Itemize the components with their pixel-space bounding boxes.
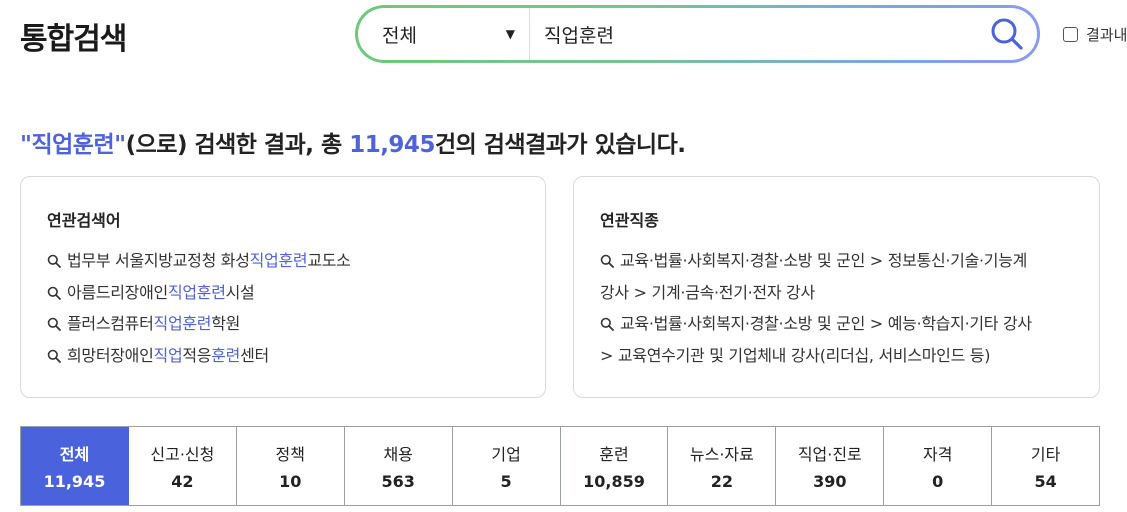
search-button[interactable] — [977, 8, 1037, 60]
tab-label: 기타 — [1030, 445, 1061, 464]
search-bar-inner: 전체 ▼ — [358, 8, 1037, 60]
tab-label: 훈련 — [599, 445, 629, 464]
job-path-line2: 강사 > 기계·금속·전기·전자 강사 — [600, 282, 815, 302]
keyword-highlight: 훈련 — [211, 345, 241, 365]
keyword-highlight: 직업 — [153, 345, 183, 365]
tab-label: 기업 — [491, 445, 521, 464]
summary-tail: 건의 검색결과가 있습니다. — [434, 132, 686, 158]
tab-label: 뉴스·자료 — [689, 445, 754, 464]
tab-report-apply[interactable]: 신고·신청 42 — [129, 427, 237, 505]
search-input[interactable] — [530, 22, 977, 46]
tab-certification[interactable]: 자격 0 — [884, 427, 993, 505]
related-keyword-item[interactable]: 아름드리장애인직업훈련시설 — [47, 277, 519, 309]
summary-quote-open: " — [20, 132, 32, 158]
tab-count: 11,945 — [43, 472, 106, 491]
related-job-item[interactable]: 교육·법률·사회복지·경찰·소방 및 군인 > 정보통신·기술·기능계 강사 >… — [600, 245, 1073, 308]
keyword-highlight: 직업훈련 — [249, 251, 308, 270]
tab-job-career[interactable]: 직업·진로 390 — [776, 427, 885, 505]
keyword-text: 적응 — [182, 345, 212, 365]
keyword-highlight: 직업훈련 — [167, 282, 226, 302]
job-path-line1: 교육·법률·사회복지·경찰·소방 및 군인 > 예능·학습지·기타 강사 — [620, 314, 1032, 333]
summary-keyword: 직업훈련 — [31, 132, 115, 158]
search-within-results[interactable]: 결과내 — [1063, 24, 1127, 45]
related-keywords-panel: 연관검색어 법무부 서울지방교정청 화성직업훈련교도소 아름드리장애인직업훈련시… — [20, 176, 546, 398]
search-within-checkbox[interactable] — [1063, 27, 1078, 42]
search-icon — [47, 349, 61, 363]
keyword-text: 시설 — [225, 282, 255, 302]
keyword-text: 법무부 서울지방교정청 화성 — [67, 251, 250, 270]
keyword-text: 아름드리장애인 — [67, 282, 168, 302]
tab-count: 22 — [710, 472, 734, 491]
tab-etc[interactable]: 기타 54 — [992, 427, 1099, 505]
search-icon — [991, 18, 1023, 50]
summary-quote-close: " — [114, 132, 126, 158]
page-title: 통합검색 — [20, 22, 127, 57]
keyword-highlight: 직업훈련 — [153, 314, 212, 333]
tab-label: 전체 — [59, 445, 90, 464]
search-icon — [600, 317, 614, 331]
search-icon — [47, 254, 61, 268]
tab-label: 직업·진로 — [797, 445, 862, 464]
caret-down-icon: ▼ — [505, 27, 515, 41]
search-bar: 전체 ▼ — [355, 5, 1040, 63]
tab-label: 자격 — [922, 445, 953, 464]
related-keyword-item[interactable]: 플러스컴퓨터직업훈련학원 — [47, 308, 519, 340]
scope-select[interactable]: 전체 ▼ — [358, 8, 530, 60]
keyword-text: 교도소 — [307, 251, 351, 270]
related-keyword-item[interactable]: 법무부 서울지방교정청 화성직업훈련교도소 — [47, 245, 519, 277]
tab-count: 10,859 — [583, 472, 645, 491]
keyword-text: 플러스컴퓨터 — [67, 314, 154, 333]
tab-all[interactable]: 전체 11,945 — [21, 427, 129, 505]
result-summary: "직업훈련"(으로) 검색한 결과, 총 11,945건의 검색결과가 있습니다… — [20, 125, 686, 159]
job-path-line1: 교육·법률·사회복지·경찰·소방 및 군인 > 정보통신·기술·기능계 — [620, 251, 1028, 270]
search-within-label: 결과내 — [1086, 26, 1127, 44]
tab-label: 신고·신청 — [150, 445, 215, 464]
tab-training[interactable]: 훈련 10,859 — [561, 427, 669, 505]
tab-count: 5 — [500, 472, 512, 491]
summary-count: 11,945 — [349, 132, 435, 158]
tab-policy[interactable]: 정책 10 — [237, 427, 345, 505]
tab-news-data[interactable]: 뉴스·자료 22 — [668, 427, 777, 505]
category-tabs: 전체 11,945 신고·신청 42 정책 10 채용 563 기업 5 훈련 … — [20, 426, 1100, 506]
search-icon — [600, 254, 614, 268]
tab-label: 정책 — [275, 445, 305, 464]
tab-company[interactable]: 기업 5 — [453, 427, 561, 505]
summary-middle: (으로) 검색한 결과, 총 — [125, 132, 350, 158]
tab-label: 채용 — [383, 445, 413, 464]
related-keywords-title: 연관검색어 — [47, 211, 121, 230]
related-keyword-item[interactable]: 희망터장애인직업적응훈련센터 — [47, 340, 519, 372]
tab-count: 563 — [381, 472, 415, 491]
scope-select-value: 전체 — [382, 24, 417, 47]
keyword-text: 센터 — [240, 345, 269, 365]
related-job-item[interactable]: 교육·법률·사회복지·경찰·소방 및 군인 > 예능·학습지·기타 강사 > 교… — [600, 308, 1073, 371]
keyword-text: 학원 — [211, 314, 241, 333]
search-icon — [47, 317, 61, 331]
tab-count: 10 — [279, 472, 302, 491]
tab-count: 0 — [932, 472, 944, 491]
tab-count: 54 — [1034, 472, 1057, 491]
related-jobs-title: 연관직종 — [600, 211, 659, 230]
search-icon — [47, 286, 61, 300]
keyword-text: 희망터장애인 — [67, 345, 154, 365]
job-path-line2: > 교육연수기관 및 기업체내 강사(리더십, 서비스마인드 등) — [600, 345, 991, 365]
related-jobs-panel: 연관직종 교육·법률·사회복지·경찰·소방 및 군인 > 정보통신·기술·기능계… — [573, 176, 1100, 398]
tab-recruitment[interactable]: 채용 563 — [345, 427, 453, 505]
tab-count: 390 — [813, 472, 847, 491]
tab-count: 42 — [171, 472, 194, 491]
